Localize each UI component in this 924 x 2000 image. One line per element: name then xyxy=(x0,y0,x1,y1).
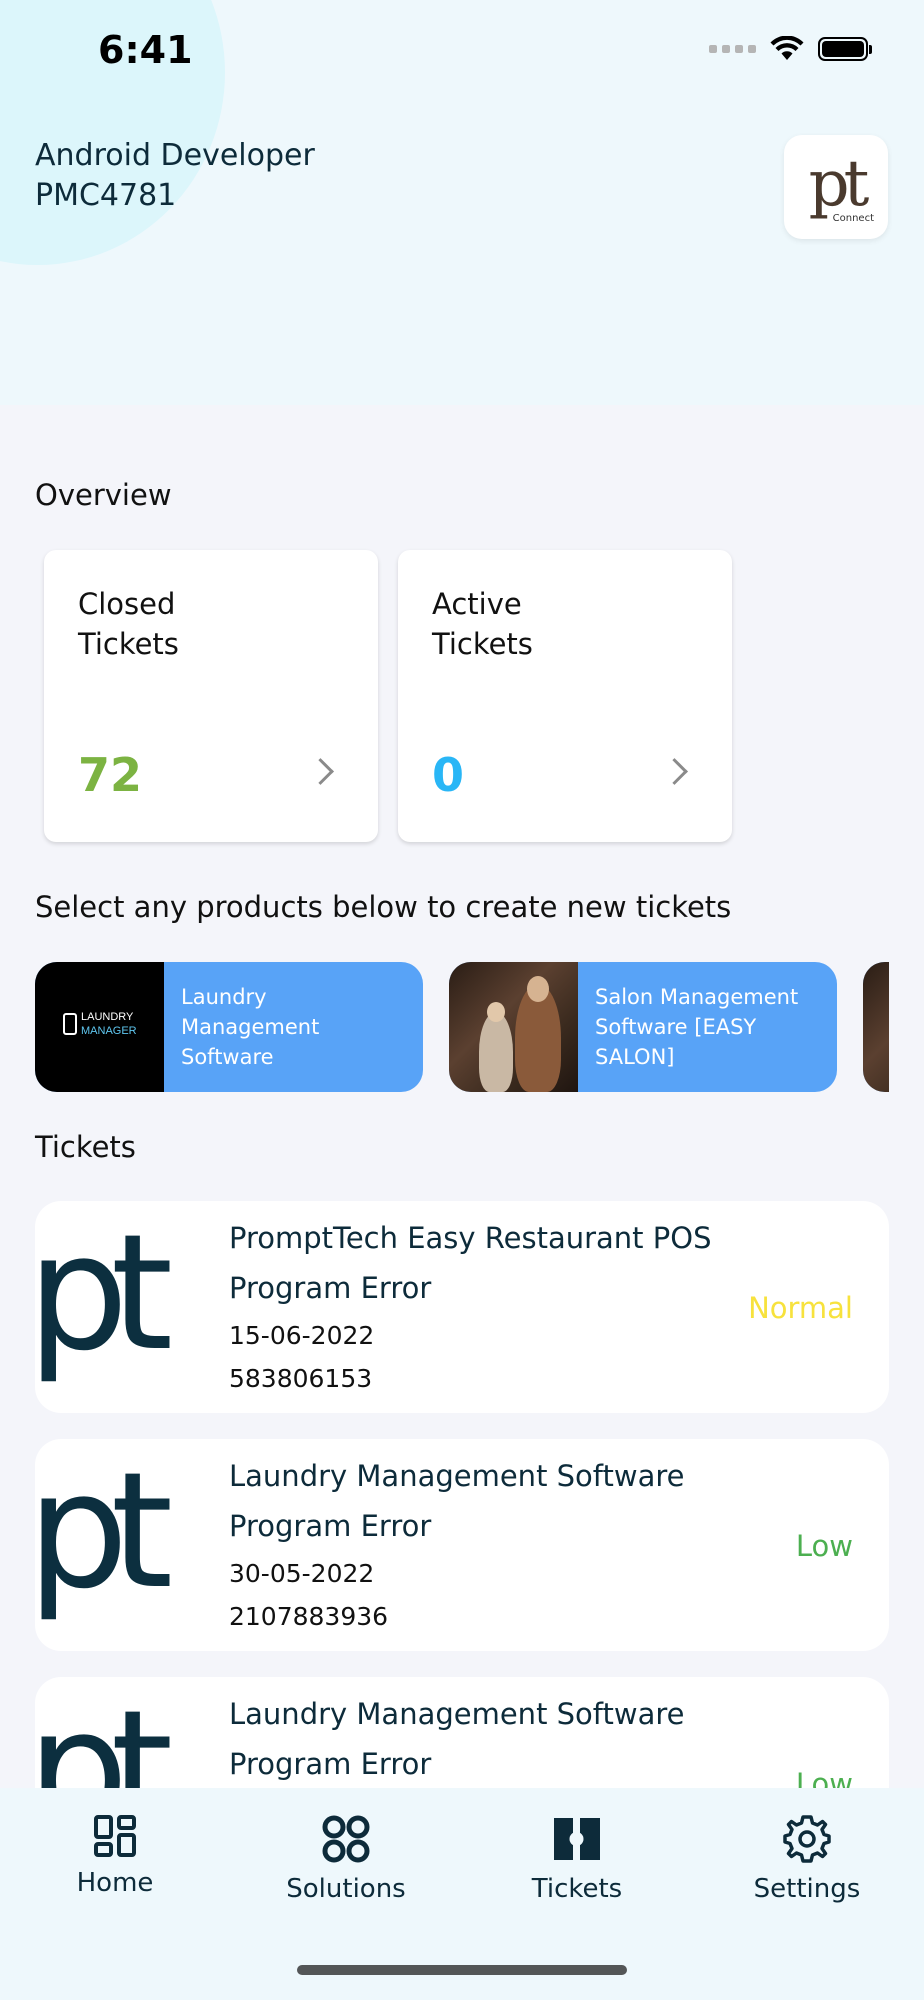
ticket-product: Laundry Management Software xyxy=(229,1697,685,1731)
product-name: Laundry Management Software xyxy=(181,985,320,1069)
wifi-icon xyxy=(770,36,804,60)
closed-tickets-card[interactable]: Closed Tickets 72 xyxy=(44,550,378,842)
laundry-logo-line2: MANAGER xyxy=(81,1025,137,1037)
battery-icon xyxy=(818,37,872,61)
status-time: 6:41 xyxy=(98,28,193,72)
nav-home-label: Home xyxy=(76,1868,154,1898)
nav-settings-label: Settings xyxy=(753,1874,861,1904)
ticket-logo: pt xyxy=(35,1201,173,1386)
laundry-logo-line1: LAUNDRY xyxy=(81,1011,134,1023)
ticket-id: 583806153 xyxy=(229,1364,373,1393)
ticket-product: PromptTech Easy Restaurant POS xyxy=(229,1221,712,1255)
ticket-priority: Low xyxy=(795,1529,853,1563)
products-carousel[interactable]: LAUNDRY MANAGER Laundry Management Softw… xyxy=(35,962,889,1092)
nav-tickets-label: Tickets xyxy=(531,1874,623,1904)
ticket-priority: Normal xyxy=(748,1291,853,1325)
active-tickets-card[interactable]: Active Tickets 0 xyxy=(398,550,732,842)
nav-solutions-label: Solutions xyxy=(286,1874,406,1904)
overview-title: Overview xyxy=(35,478,172,512)
logo-subtext: Connect xyxy=(832,212,874,224)
ticket-product: Laundry Management Software xyxy=(229,1459,685,1493)
header: 6:41 Android Developer PMC4781 pt Connec… xyxy=(0,0,924,405)
closed-tickets-label: Closed Tickets xyxy=(78,587,179,661)
ticket-type: Program Error xyxy=(229,1747,432,1781)
product-name: Salon Management Software [EASY SALON] xyxy=(595,985,799,1069)
home-icon xyxy=(94,1815,136,1857)
nav-solutions[interactable]: Solutions xyxy=(246,1814,446,1904)
app-logo[interactable]: pt Connect xyxy=(784,135,888,239)
ticket-date: 30-05-2022 xyxy=(229,1559,375,1588)
tickets-title: Tickets xyxy=(35,1130,136,1164)
ticket-id: 2107883936 xyxy=(229,1602,389,1631)
ticket-type: Program Error xyxy=(229,1271,432,1305)
user-name: Android Developer xyxy=(35,138,315,173)
active-tickets-label: Active Tickets xyxy=(432,587,533,661)
products-title: Select any products below to create new … xyxy=(35,890,732,924)
ticket-type: Program Error xyxy=(229,1509,432,1543)
logo-text: pt xyxy=(808,146,870,221)
nav-tickets[interactable]: Tickets xyxy=(477,1814,677,1904)
ticket-card[interactable]: pt Laundry Management Software Program E… xyxy=(35,1439,889,1651)
ticket-card[interactable]: pt PromptTech Easy Restaurant POS Progra… xyxy=(35,1201,889,1413)
solutions-icon xyxy=(322,1815,370,1863)
home-indicator[interactable] xyxy=(297,1965,627,1975)
app-screen: 6:41 Android Developer PMC4781 pt Connec… xyxy=(0,0,924,2000)
tickets-icon xyxy=(554,1818,600,1860)
chevron-right-icon xyxy=(307,758,334,785)
product-card-partial[interactable] xyxy=(863,962,889,1092)
nav-home[interactable]: Home xyxy=(15,1814,215,1898)
nav-settings[interactable]: Settings xyxy=(707,1814,907,1904)
active-tickets-count: 0 xyxy=(432,748,465,802)
status-icons xyxy=(709,36,872,62)
user-code: PMC4781 xyxy=(35,178,177,213)
product-card-salon[interactable]: Salon Management Software [EASY SALON] xyxy=(449,962,837,1092)
gear-icon xyxy=(783,1815,831,1863)
washing-machine-icon xyxy=(63,1013,77,1035)
cellular-signal-icon xyxy=(709,45,756,53)
product-card-laundry[interactable]: LAUNDRY MANAGER Laundry Management Softw… xyxy=(35,962,423,1092)
ticket-logo: pt xyxy=(35,1439,173,1624)
salon-photo xyxy=(449,962,578,1092)
laundry-manager-logo: LAUNDRY MANAGER xyxy=(35,962,164,1092)
product-photo xyxy=(863,962,889,1092)
ticket-date: 15-06-2022 xyxy=(229,1321,375,1350)
chevron-right-icon xyxy=(661,758,688,785)
closed-tickets-count: 72 xyxy=(78,748,143,802)
